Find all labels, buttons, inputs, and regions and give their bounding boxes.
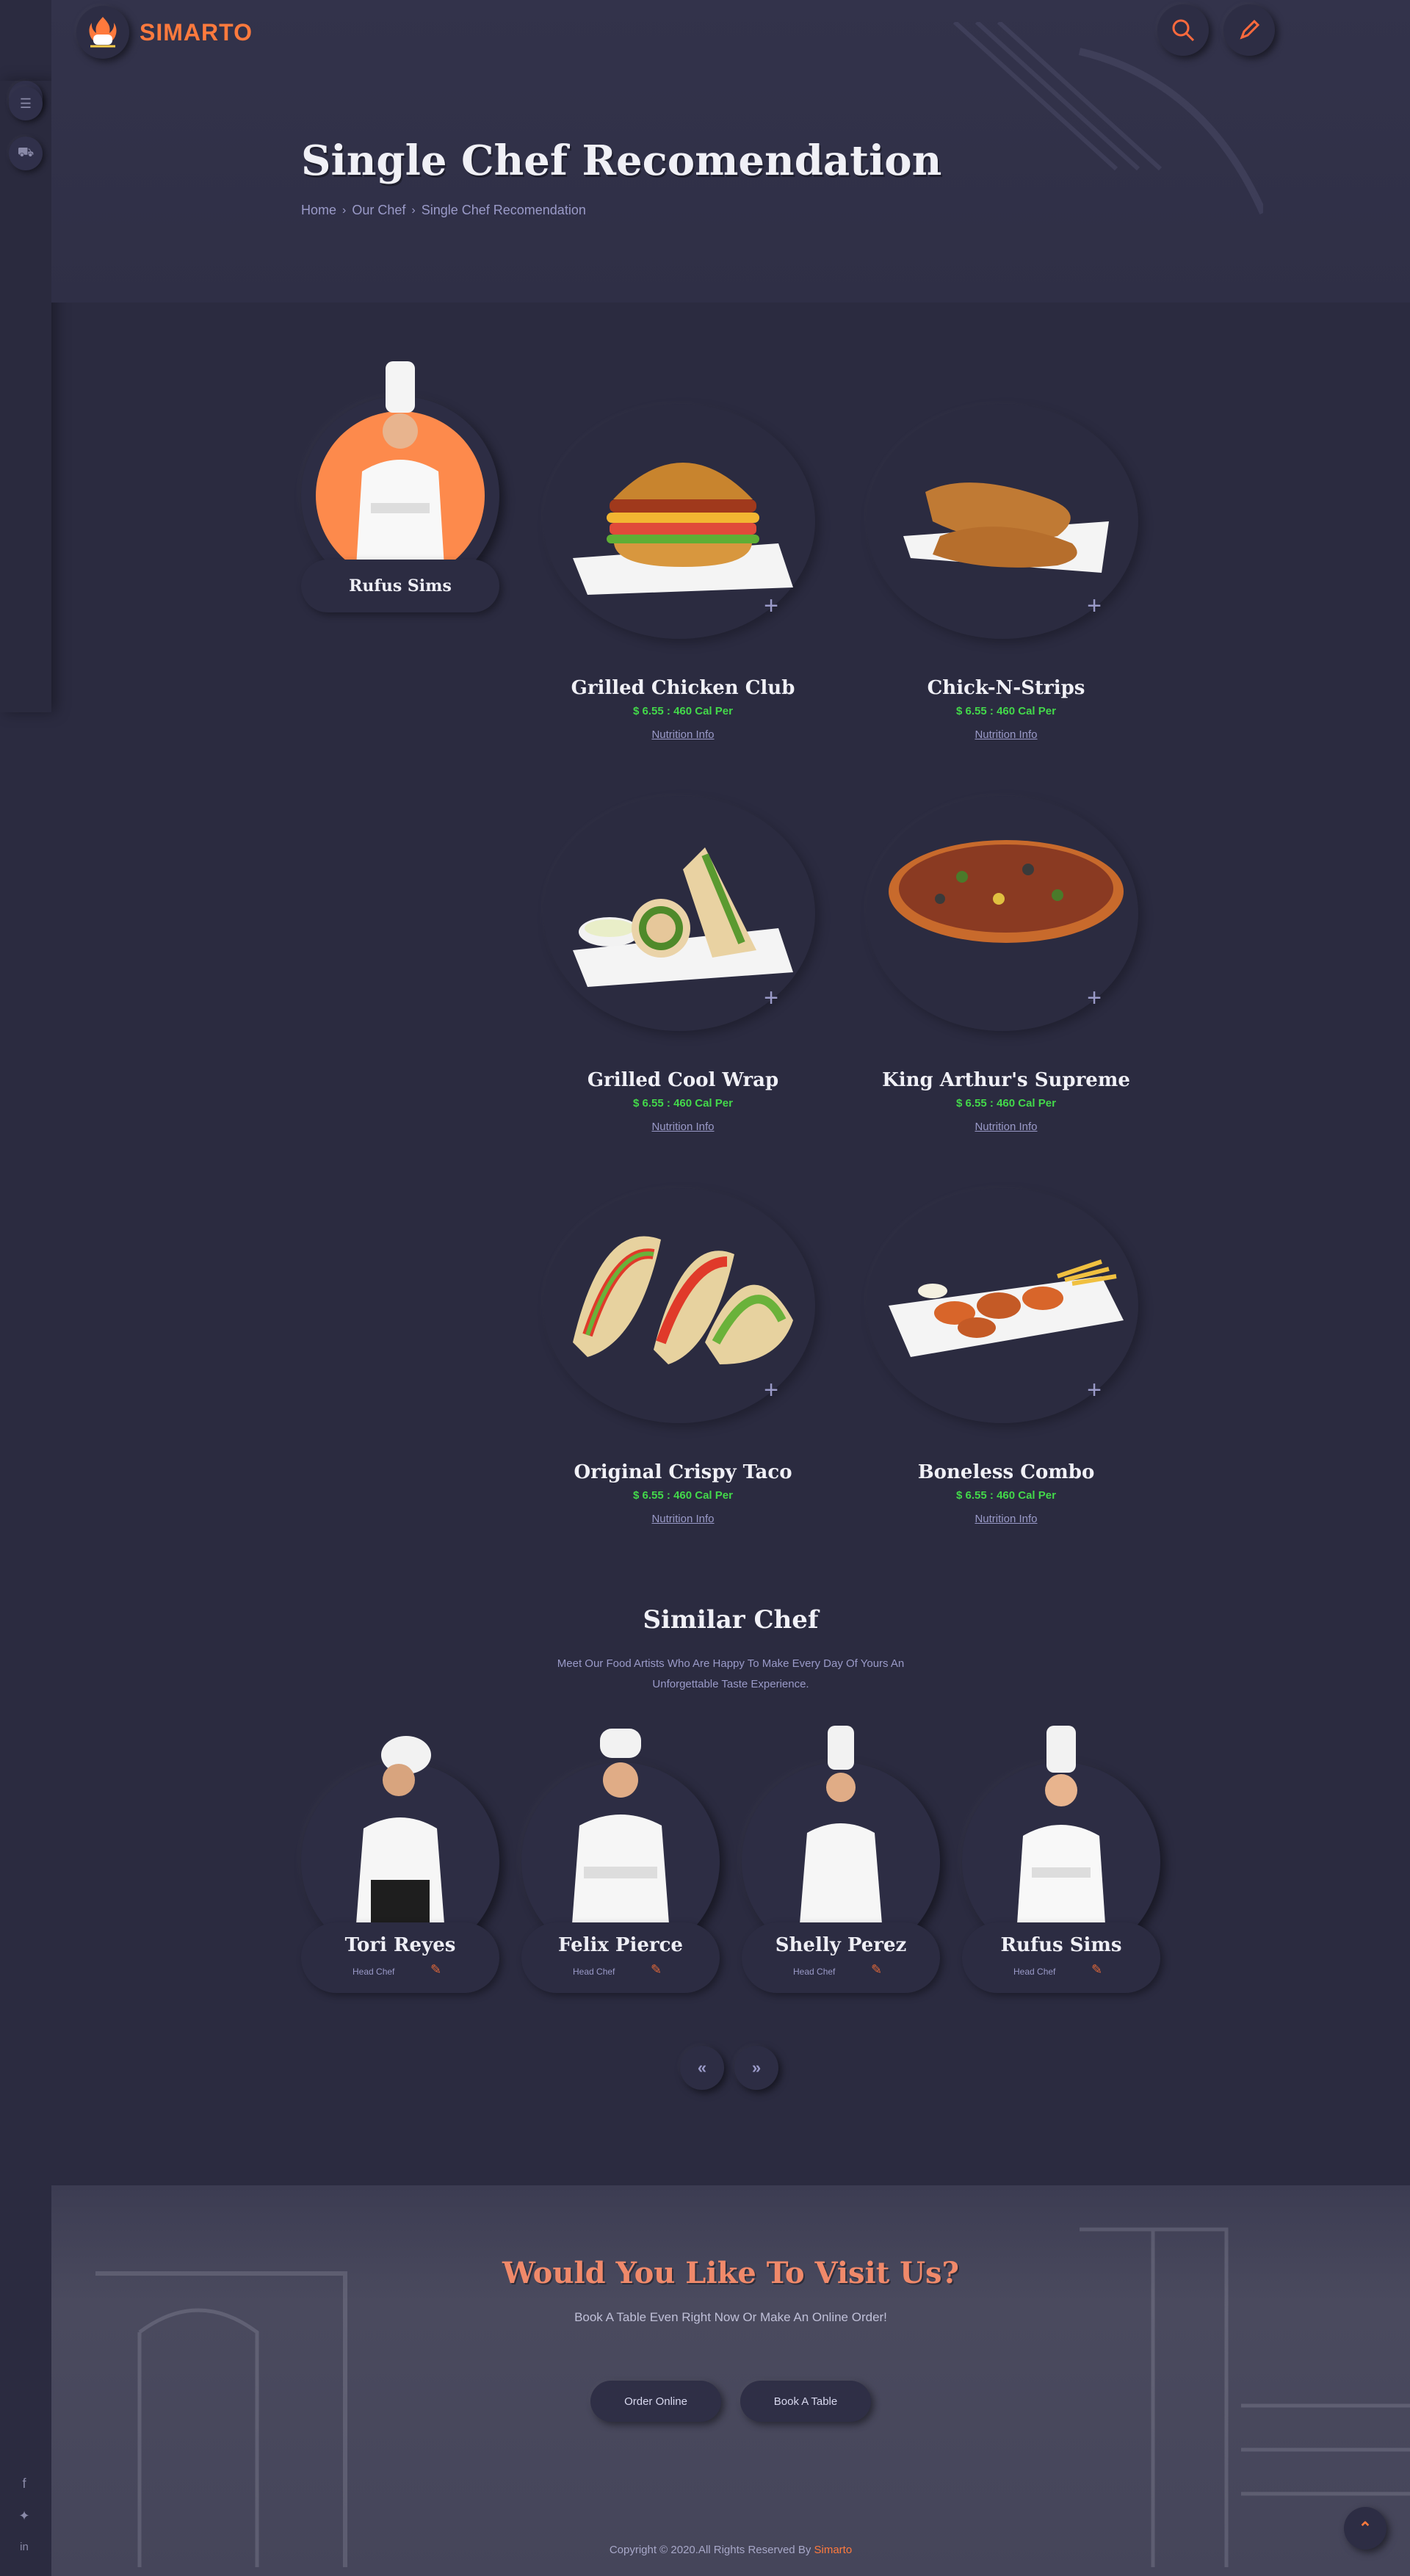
copyright-brand[interactable]: Simarto xyxy=(814,2544,853,2556)
dish-price: $ 6.55 : 460 Cal Per xyxy=(956,705,1056,717)
prev-button[interactable]: « xyxy=(680,2046,724,2090)
add-icon[interactable]: + xyxy=(760,1378,782,1403)
dish-price: $ 6.55 : 460 Cal Per xyxy=(956,1489,1056,1502)
search-icon xyxy=(1172,19,1195,42)
chevron-right-icon: › xyxy=(411,203,416,217)
nutrition-info-link[interactable]: Nutrition Info xyxy=(867,1513,1146,1525)
dish-name: Chick-N-Strips xyxy=(927,677,1085,699)
dish-card[interactable]: + Grilled Cool Wrap $ 6.55 : 460 Cal Per… xyxy=(543,752,822,1133)
pencil-icon[interactable]: ✎ xyxy=(651,1962,665,1977)
chef-photo xyxy=(572,1729,669,1924)
chef-role: Head Chef xyxy=(352,1967,395,1977)
next-button[interactable]: » xyxy=(734,2046,778,2090)
burger-image xyxy=(573,463,793,595)
nutrition-info-link[interactable]: Nutrition Info xyxy=(867,1121,1146,1133)
visit-title: Would You Like To Visit Us? xyxy=(502,2256,959,2290)
cart-icon[interactable]: ⛟ xyxy=(9,137,43,170)
dish-card[interactable]: + Chick-N-Strips $ 6.55 : 460 Cal Per Nu… xyxy=(867,360,1146,741)
restaurant-background xyxy=(95,2227,1410,2567)
chef-info xyxy=(301,1922,499,1993)
facebook-icon[interactable]: f xyxy=(16,2476,32,2492)
back-to-top-button[interactable]: ⌃ xyxy=(1344,2507,1386,2550)
chef-info xyxy=(742,1922,940,1993)
chef-name: Rufus Sims xyxy=(1000,1934,1122,1956)
section-title: Similar Chef xyxy=(643,1605,819,1635)
copyright: Copyright © 2020.All Rights Reserved By … xyxy=(51,2544,1410,2556)
pencil-icon[interactable]: ✎ xyxy=(871,1962,886,1977)
pencil-icon[interactable]: ✎ xyxy=(430,1962,445,1977)
add-icon[interactable]: + xyxy=(760,985,782,1010)
dish-name: Original Crispy Taco xyxy=(574,1461,792,1483)
dish-card[interactable]: + King Arthur's Supreme $ 6.55 : 460 Cal… xyxy=(867,752,1146,1133)
add-icon[interactable]: + xyxy=(1083,985,1105,1010)
visit-subtitle: Book A Table Even Right Now Or Make An O… xyxy=(574,2310,887,2324)
brand-name: SIMARTO xyxy=(140,18,253,46)
add-icon[interactable]: + xyxy=(760,593,782,618)
dish-card[interactable]: + Original Crispy Taco $ 6.55 : 460 Cal … xyxy=(543,1144,822,1525)
twitter-icon[interactable]: ✦ xyxy=(16,2508,32,2524)
page-title: Single Chef Recomendation xyxy=(301,137,942,185)
section-subtitle: Meet Our Food Artists Who Are Happy To M… xyxy=(557,1657,905,1690)
dish-name: Boneless Combo xyxy=(917,1461,1095,1483)
chef-name: Felix Pierce xyxy=(558,1934,683,1956)
chef-photo xyxy=(356,361,444,567)
chef-photo xyxy=(1017,1726,1105,1924)
chef-name: Tori Reyes xyxy=(344,1934,456,1956)
chef-name: Shelly Perez xyxy=(775,1934,907,1956)
chef-card[interactable]: Tori Reyes Head Chef ✎ xyxy=(301,1726,499,1997)
breadcrumb-home[interactable]: Home xyxy=(301,203,336,218)
sidebar: ☰ xyxy=(0,81,51,712)
taco-image xyxy=(573,1236,793,1364)
dish-price: $ 6.55 : 460 Cal Per xyxy=(956,1097,1056,1110)
breadcrumb-current: Single Chef Recomendation xyxy=(421,203,586,217)
chef-profile: Rufus Sims xyxy=(301,352,499,617)
add-icon[interactable]: + xyxy=(1083,1378,1105,1403)
nutrition-info-link[interactable]: Nutrition Info xyxy=(867,728,1146,741)
dish-name: Grilled Cool Wrap xyxy=(587,1069,779,1091)
dish-card[interactable]: + Boneless Combo $ 6.55 : 460 Cal Per Nu… xyxy=(867,1144,1146,1525)
chef-photo xyxy=(800,1726,882,1924)
logo[interactable]: SIMARTO xyxy=(76,6,253,59)
chef-role: Head Chef xyxy=(793,1967,836,1977)
breadcrumb: Home › Our Chef › Single Chef Recomendat… xyxy=(301,203,586,218)
chef-role: Head Chef xyxy=(1013,1967,1056,1977)
breadcrumb-our-chef[interactable]: Our Chef xyxy=(352,203,405,218)
chicken-strips-image xyxy=(903,482,1109,573)
chef-card[interactable]: Felix Pierce Head Chef ✎ xyxy=(521,1726,720,1997)
copyright-text: Copyright © 2020.All Rights Reserved By xyxy=(609,2544,811,2556)
logo-emblem xyxy=(76,6,129,59)
chevron-right-icon: › xyxy=(342,203,347,217)
search-button[interactable] xyxy=(1157,4,1209,56)
chef-info xyxy=(962,1922,1160,1993)
dish-price: $ 6.55 : 460 Cal Per xyxy=(633,1489,733,1502)
chef-photo xyxy=(356,1736,444,1924)
chef-info xyxy=(521,1922,720,1993)
nutrition-info-link[interactable]: Nutrition Info xyxy=(543,1121,822,1133)
edit-button[interactable] xyxy=(1223,4,1275,56)
pizza-image xyxy=(889,840,1124,943)
dish-price: $ 6.55 : 460 Cal Per xyxy=(633,705,733,717)
chef-name: Rufus Sims xyxy=(301,560,499,612)
nutrition-info-link[interactable]: Nutrition Info xyxy=(543,728,822,741)
dish-name: Grilled Chicken Club xyxy=(571,677,795,699)
chevron-up-icon: ⌃ xyxy=(1358,2519,1373,2537)
dish-card[interactable]: + Grilled Chicken Club $ 6.55 : 460 Cal … xyxy=(543,360,822,741)
nutrition-info-link[interactable]: Nutrition Info xyxy=(543,1513,822,1525)
order-online-button[interactable]: Order Online xyxy=(590,2381,721,2422)
pencil-icon xyxy=(1240,19,1260,40)
book-table-button[interactable]: Book A Table xyxy=(740,2381,871,2422)
pencil-icon[interactable]: ✎ xyxy=(1091,1962,1106,1977)
dish-name: King Arthur's Supreme xyxy=(882,1069,1130,1091)
dish-price: $ 6.55 : 460 Cal Per xyxy=(633,1097,733,1110)
visit-section: Would You Like To Visit Us? Book A Table… xyxy=(51,2185,1410,2576)
boneless-combo-image xyxy=(889,1259,1124,1357)
chef-role: Head Chef xyxy=(573,1967,615,1977)
chef-card[interactable]: Rufus Sims Head Chef ✎ xyxy=(962,1726,1160,1997)
linkedin-icon[interactable]: in xyxy=(16,2541,32,2553)
chef-card[interactable]: Shelly Perez Head Chef ✎ xyxy=(742,1726,940,1997)
wrap-image xyxy=(573,847,793,987)
add-icon[interactable]: + xyxy=(1083,593,1105,618)
cutlery-decoration xyxy=(952,22,1263,215)
menu-button[interactable]: ☰ xyxy=(9,87,43,120)
